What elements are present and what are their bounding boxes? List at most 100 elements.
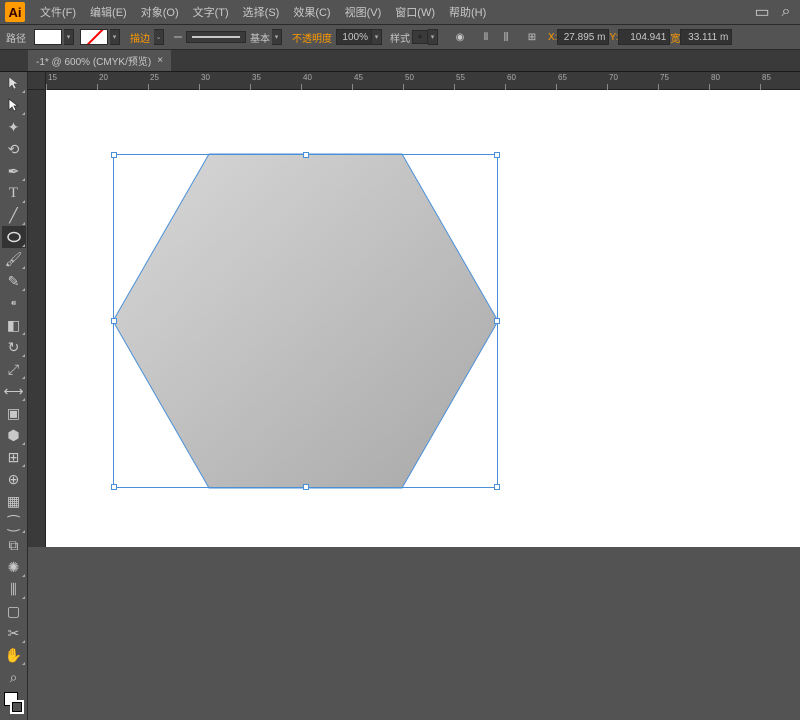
artboard-tool[interactable]: ▢ <box>2 600 26 622</box>
width-tool[interactable]: ⟷ <box>2 380 26 402</box>
close-tab-icon[interactable]: × <box>157 55 163 66</box>
lasso-tool[interactable]: ⟲ <box>2 138 26 160</box>
opacity-link[interactable]: 不透明度 <box>292 30 332 45</box>
stroke-dropdown[interactable]: ▾ <box>110 29 120 45</box>
handle-e[interactable] <box>494 318 500 324</box>
ruler-tick: 85 <box>760 72 771 90</box>
blob-brush-tool[interactable]: ⁌ <box>2 292 26 314</box>
shape-builder-tool[interactable]: ⬢ <box>2 424 26 446</box>
menu-bar: Ai 文件(F) 编辑(E) 对象(O) 文字(T) 选择(S) 效果(C) 视… <box>0 0 800 25</box>
ruler-tick: 25 <box>148 72 159 90</box>
handle-nw[interactable] <box>111 152 117 158</box>
ruler-tick: 60 <box>505 72 516 90</box>
blend-tool[interactable]: ⧉ <box>2 534 26 556</box>
slice-tool[interactable]: ✂ <box>2 622 26 644</box>
line-tool[interactable]: ╱ <box>2 204 26 226</box>
handle-w[interactable] <box>111 318 117 324</box>
magic-wand-tool[interactable]: ✦ <box>2 116 26 138</box>
w-label: 宽 <box>670 30 680 45</box>
perspective-grid-tool[interactable]: ⊞ <box>2 446 26 468</box>
ruler-tick: 30 <box>199 72 210 90</box>
stroke-link[interactable]: 描边 <box>130 30 150 45</box>
style-label: 样式 <box>390 30 410 45</box>
horizontal-ruler[interactable]: 152025303540455055606570758085 <box>46 72 800 90</box>
fill-dropdown[interactable]: ▾ <box>64 29 74 45</box>
hand-tool[interactable]: ✋ <box>2 644 26 666</box>
eraser-tool[interactable]: ◧ <box>2 314 26 336</box>
ruler-tick: 80 <box>709 72 720 90</box>
direct-selection-tool[interactable] <box>2 94 26 116</box>
opacity-input[interactable] <box>336 29 372 45</box>
ruler-tick: 75 <box>658 72 669 90</box>
pencil-tool[interactable]: ✎ <box>2 270 26 292</box>
document-tab-bar: -1* @ 600% (CMYK/预览) × <box>0 50 800 72</box>
w-input[interactable] <box>680 29 732 45</box>
stroke-profile-dropdown[interactable]: ▾ <box>272 29 282 45</box>
ruler-tick: 65 <box>556 72 567 90</box>
app-logo: Ai <box>5 2 25 22</box>
stroke-unit-label: 基本 <box>250 30 270 45</box>
selection-type-label: 路径 <box>6 30 26 45</box>
symbol-sprayer-tool[interactable]: ✺ <box>2 556 26 578</box>
distribute-icon[interactable]: ⫼ <box>497 29 515 45</box>
type-tool[interactable]: T <box>2 182 26 204</box>
align-icon[interactable]: ⫴ <box>477 29 495 45</box>
artboard[interactable] <box>46 90 800 547</box>
paintbrush-tool[interactable]: 🖌 <box>2 248 26 270</box>
pen-tool[interactable]: ✒ <box>2 160 26 182</box>
mesh-tool[interactable]: ⊕ <box>2 468 26 490</box>
selection-tool[interactable] <box>2 72 26 94</box>
scale-tool[interactable]: ⤢ <box>2 358 26 380</box>
ruler-tick: 40 <box>301 72 312 90</box>
menu-window[interactable]: 窗口(W) <box>388 4 442 20</box>
ruler-origin[interactable] <box>28 72 46 90</box>
style-swatch[interactable]: ▫ <box>412 30 428 44</box>
y-input[interactable] <box>618 29 670 45</box>
ruler-tick: 50 <box>403 72 414 90</box>
handle-ne[interactable] <box>494 152 500 158</box>
ruler-tick: 45 <box>352 72 363 90</box>
fill-swatch[interactable] <box>34 29 62 45</box>
handle-s[interactable] <box>303 484 309 490</box>
handle-n[interactable] <box>303 152 309 158</box>
document-tab-title: -1* @ 600% (CMYK/预览) <box>36 53 151 68</box>
zoom-tool[interactable]: ⌕ <box>2 666 26 688</box>
ruler-tick: 35 <box>250 72 261 90</box>
bounding-box[interactable] <box>113 154 498 488</box>
menu-view[interactable]: 视图(V) <box>338 4 389 20</box>
y-label: Y: <box>609 32 618 43</box>
transform-icon[interactable]: ⊞ <box>523 29 541 45</box>
free-transform-tool[interactable]: ▣ <box>2 402 26 424</box>
rotate-tool[interactable]: ↻ <box>2 336 26 358</box>
menu-effect[interactable]: 效果(C) <box>286 4 337 20</box>
gradient-tool[interactable]: ▦ <box>2 490 26 512</box>
ruler-tick: 70 <box>607 72 618 90</box>
eyedropper-tool[interactable]: ⁐ <box>2 512 26 534</box>
x-input[interactable] <box>557 29 609 45</box>
opacity-dropdown[interactable]: ▾ <box>372 29 382 45</box>
layout-icon[interactable]: ▭ <box>753 4 771 20</box>
menu-type[interactable]: 文字(T) <box>186 4 236 20</box>
menu-object[interactable]: 对象(O) <box>134 4 186 20</box>
graph-tool[interactable]: ⫼ <box>2 578 26 600</box>
toolbox: ✦ ⟲ ✒ T ╱ 🖌 ✎ ⁌ ◧ ↻ ⤢ ⟷ ▣ ⬢ ⊞ ⊕ ▦ ⁐ ⧉ ✺ … <box>0 72 28 720</box>
stroke-weight-dropdown[interactable]: ⌄ <box>154 29 164 45</box>
stroke-color[interactable] <box>10 700 24 714</box>
menu-file[interactable]: 文件(F) <box>33 4 83 20</box>
color-swatches[interactable] <box>2 690 26 716</box>
stroke-profile[interactable] <box>186 31 246 43</box>
handle-se[interactable] <box>494 484 500 490</box>
divider <box>174 36 182 38</box>
menu-edit[interactable]: 编辑(E) <box>83 4 134 20</box>
menu-select[interactable]: 选择(S) <box>236 4 287 20</box>
vertical-ruler[interactable] <box>28 90 46 547</box>
handle-sw[interactable] <box>111 484 117 490</box>
style-dropdown[interactable]: ▾ <box>428 29 438 45</box>
menu-help[interactable]: 帮助(H) <box>442 4 493 20</box>
search-icon[interactable]: ⌕ <box>777 4 795 20</box>
ellipse-tool[interactable] <box>2 226 26 248</box>
document-tab[interactable]: -1* @ 600% (CMYK/预览) × <box>28 50 171 71</box>
stroke-swatch[interactable] <box>80 29 108 45</box>
recolor-icon[interactable]: ◉ <box>451 29 469 45</box>
ruler-tick: 15 <box>46 72 57 90</box>
